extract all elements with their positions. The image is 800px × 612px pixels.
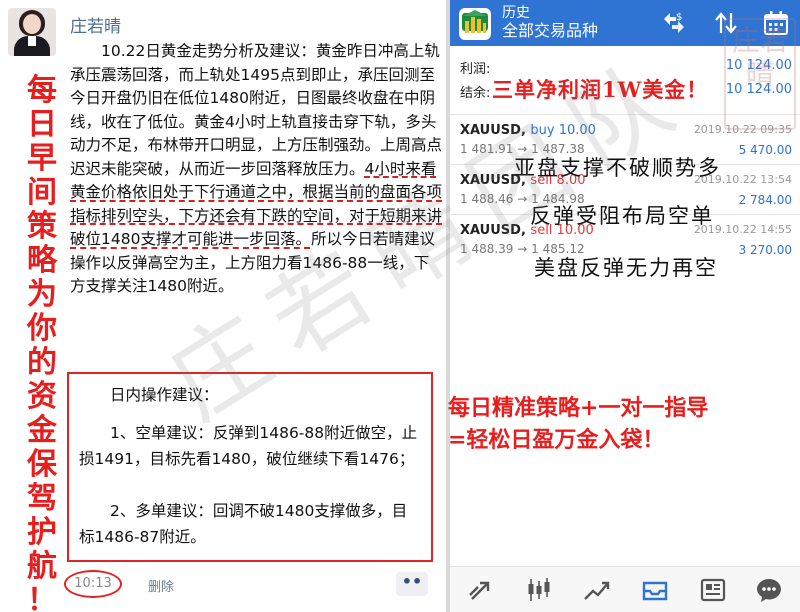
trade-advice-box: 日内操作建议： 1、空单建议：反弹到1486-88附近做空，止损1491，目标先… <box>67 372 433 562</box>
chat-panel: 庄若晴 10.22日黄金走势分析及建议：黄金昨日冲高上轨承压震荡回落，而上轨处1… <box>0 0 446 612</box>
balance-value: 10 124.00 <box>725 82 792 97</box>
slogan-char: 你 <box>27 311 57 346</box>
mt-logo-icon <box>459 8 491 40</box>
strategy-note-3: 美盘反弹无力再空 <box>534 256 718 280</box>
app-subtitle[interactable]: 全部交易品种 <box>502 21 598 41</box>
slogan-char: 为 <box>27 277 57 312</box>
trade-side: buy 10.00 <box>530 123 596 138</box>
post-paragraph: 10.22日黄金走势分析及建议：黄金昨日冲高上轨承压震荡回落，而上轨处1495点… <box>70 40 442 299</box>
bottom-tabbar <box>450 566 800 612</box>
app-title: 历史 <box>502 5 530 21</box>
avatar-collar <box>28 36 36 46</box>
strategy-note-2: 反弹受阻布局空单 <box>530 204 714 228</box>
slogan-char: 早 <box>27 141 57 176</box>
trade-symbol: XAUUSD, buy 10.00 <box>460 123 596 138</box>
profit-headline: 三单净利润1W美金！ <box>492 77 709 102</box>
slogan-char: 间 <box>27 175 57 210</box>
trade-profit: 2 784.00 <box>738 193 792 207</box>
slogan-char: 的 <box>27 345 57 380</box>
promo-text: 每日精准策略+一对一指导 =轻松日盈万金入袋！ <box>448 392 708 456</box>
trade-date: 2019.10.22 09:35 <box>693 123 792 136</box>
slogan-char: 每 <box>27 73 57 108</box>
profit-value: 10 124.00 <box>725 58 792 73</box>
delete-link[interactable]: 删除 <box>148 576 174 595</box>
slogan-char: 驾 <box>27 481 57 516</box>
avatar[interactable] <box>8 8 56 56</box>
vertical-slogan: 每日早间策略为你的资金保驾护航！ <box>22 74 62 612</box>
app-header: 历史 全部交易品种 $ <box>450 0 800 46</box>
news-icon[interactable] <box>698 575 728 605</box>
slogan-char: 保 <box>27 447 57 482</box>
trade-icon[interactable] <box>582 575 612 605</box>
advice-title: 日内操作建议： <box>110 386 219 404</box>
trade-profit: 3 270.00 <box>738 243 792 257</box>
quotes-icon[interactable] <box>466 575 496 605</box>
trade-profit: 5 470.00 <box>738 143 792 157</box>
calendar-icon[interactable] <box>762 9 790 37</box>
advice-short: 1、空单建议：反弹到1486-88附近做空，止损1491，目标先看1480，破位… <box>79 424 418 468</box>
slogan-char: 策 <box>27 209 57 244</box>
chart-icon[interactable] <box>524 575 554 605</box>
slogan-char: 略 <box>27 243 57 278</box>
slogan-char: 金 <box>27 413 57 448</box>
svg-text:$: $ <box>676 12 682 23</box>
more-button[interactable]: •• <box>396 572 428 596</box>
post-footer: 10:13 删除 •• <box>0 566 446 612</box>
strategy-note-1: 亚盘支撑不破顺势多 <box>514 156 721 180</box>
balance-label: 结余: <box>460 86 491 101</box>
promo-line-1: 每日精准策略+一对一指导 <box>448 395 709 421</box>
post-text-1: 10.22日黄金走势分析及建议：黄金昨日冲高上轨承压震荡回落，而上轨处1495点… <box>70 42 443 178</box>
chat-icon[interactable] <box>754 575 784 605</box>
slogan-char: 护 <box>27 515 57 550</box>
post-time: 10:13 <box>64 570 122 598</box>
promo-line-2: =轻松日盈万金入袋！ <box>448 427 665 453</box>
slogan-char: 资 <box>27 379 57 414</box>
profit-label: 利润: <box>460 62 491 77</box>
slogan-char: 日 <box>27 107 57 142</box>
advice-long: 2、多单建议：回调不破1480支撑做多，目标1486-87附近。 <box>79 502 408 546</box>
avatar-face <box>23 14 41 34</box>
post-body: 10.22日黄金走势分析及建议：黄金昨日冲高上轨承压震荡回落，而上轨处1495点… <box>70 40 442 299</box>
currency-switch-icon[interactable]: $ <box>660 9 688 37</box>
history-icon[interactable] <box>640 575 670 605</box>
sort-icon[interactable] <box>712 9 740 37</box>
username[interactable]: 庄若晴 <box>70 12 121 37</box>
